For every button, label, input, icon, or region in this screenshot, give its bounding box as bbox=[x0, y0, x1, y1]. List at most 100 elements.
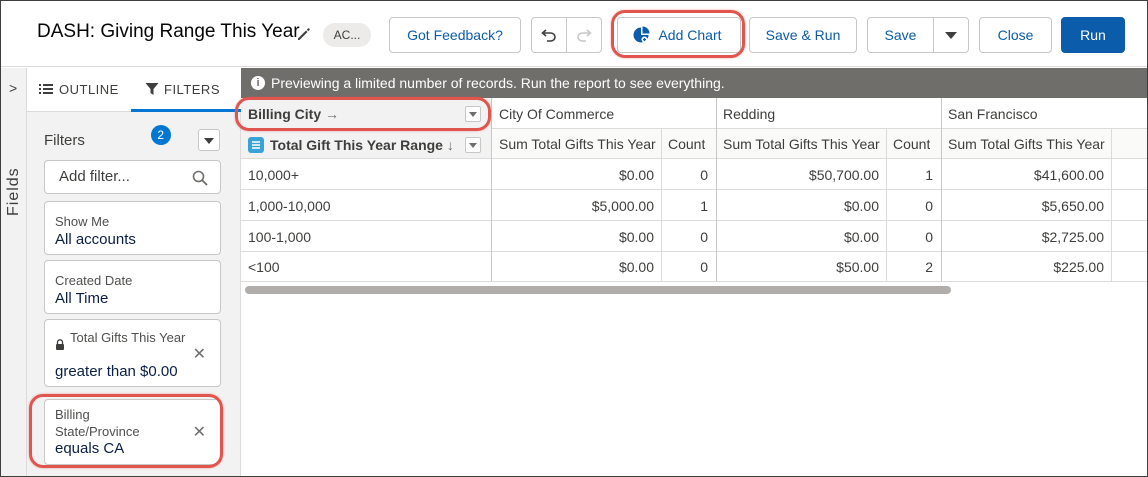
column-group-label[interactable]: Billing City → bbox=[248, 106, 339, 122]
sum-cell[interactable]: $5,650.00 bbox=[946, 198, 1104, 214]
grid-line bbox=[241, 189, 1147, 190]
add-filter-placeholder: Add filter... bbox=[59, 168, 130, 185]
filter-total-gifts[interactable]: Total Gifts This Year ✕ greater than $0.… bbox=[44, 319, 221, 387]
save-and-run-button[interactable]: Save & Run bbox=[749, 17, 857, 53]
count-cell[interactable]: 2 bbox=[890, 259, 933, 275]
grid-line bbox=[886, 128, 887, 281]
sum-cell[interactable]: $50,700.00 bbox=[721, 167, 879, 183]
arrow-down-icon: ↓ bbox=[446, 137, 454, 153]
horizontal-scrollbar[interactable] bbox=[245, 286, 951, 294]
search-icon bbox=[192, 170, 208, 186]
grid-line bbox=[241, 281, 1147, 282]
count-cell[interactable]: 1 bbox=[890, 167, 933, 183]
count-cell[interactable]: 1 bbox=[665, 198, 708, 214]
sum-cell[interactable]: $0.00 bbox=[497, 167, 654, 183]
filters-heading: Filters bbox=[44, 132, 85, 149]
fields-rail[interactable]: > Fields bbox=[1, 68, 27, 476]
chevron-right-icon[interactable]: > bbox=[9, 80, 17, 96]
add-chart-label: Add Chart bbox=[658, 27, 722, 43]
lock-icon bbox=[56, 339, 64, 350]
report-title: DASH: Giving Range This Year bbox=[37, 21, 300, 42]
filter-value: All accounts bbox=[55, 231, 136, 248]
filter-value: All Time bbox=[55, 290, 109, 307]
close-icon[interactable]: ✕ bbox=[193, 422, 206, 442]
filter-icon bbox=[145, 83, 159, 95]
row-group-label[interactable]: Total Gift This Year Range ↓ bbox=[270, 137, 454, 153]
run-button[interactable]: Run bbox=[1061, 17, 1125, 53]
sum-cell[interactable]: $5,000.00 bbox=[497, 198, 654, 214]
side-panel: OUTLINE FILTERS 2 Filters Add filter... S… bbox=[27, 68, 241, 476]
grid-line bbox=[661, 128, 662, 281]
filter-billing-state[interactable]: Billing State/Province ✕ equals CA bbox=[44, 399, 221, 465]
tab-filters-label: FILTERS bbox=[164, 82, 220, 97]
city-header[interactable]: City Of Commerce bbox=[499, 106, 614, 122]
filter-label: Show Me bbox=[55, 214, 110, 229]
count-cell[interactable]: 0 bbox=[665, 259, 708, 275]
row-group-value[interactable]: <100 bbox=[248, 259, 280, 275]
report-preview: i Previewing a limited number of records… bbox=[235, 68, 1147, 476]
row-group-value[interactable]: 10,000+ bbox=[248, 167, 299, 183]
column-group-dropdown[interactable] bbox=[465, 106, 481, 122]
tab-filters[interactable]: FILTERS 2 bbox=[131, 68, 241, 145]
filters-count-badge: 2 bbox=[151, 124, 171, 145]
save-button[interactable]: Save bbox=[867, 17, 934, 53]
tab-outline[interactable]: OUTLINE bbox=[39, 68, 135, 112]
city-header[interactable]: San Francisco bbox=[948, 106, 1037, 122]
feedback-button[interactable]: Got Feedback? bbox=[389, 17, 521, 53]
filter-label: Billing State/Province bbox=[55, 407, 140, 439]
filters-menu-dropdown[interactable] bbox=[198, 129, 220, 151]
grouping-icon bbox=[248, 137, 264, 153]
count-column-header[interactable]: Count bbox=[893, 136, 930, 152]
sum-cell[interactable]: $0.00 bbox=[497, 259, 654, 275]
add-filter-input[interactable]: Add filter... bbox=[44, 160, 221, 194]
filter-label: Total Gifts This Year bbox=[70, 330, 186, 345]
filter-label: Created Date bbox=[55, 273, 133, 288]
add-chart-button[interactable]: Add Chart bbox=[617, 17, 741, 53]
pencil-icon[interactable] bbox=[295, 25, 313, 43]
report-type-badge[interactable]: AC... bbox=[323, 23, 371, 47]
chart-icon bbox=[633, 26, 650, 43]
list-icon bbox=[39, 84, 53, 94]
redo-button[interactable] bbox=[566, 17, 602, 53]
sum-column-header[interactable]: Sum Total Gifts This Year bbox=[723, 136, 883, 152]
undo-button[interactable] bbox=[531, 17, 567, 53]
row-group-dropdown[interactable] bbox=[465, 137, 481, 153]
count-column-header[interactable]: Count bbox=[668, 136, 705, 152]
grid-line bbox=[241, 220, 1147, 221]
sum-cell[interactable]: $50.00 bbox=[721, 259, 879, 275]
city-header[interactable]: Redding bbox=[723, 106, 775, 122]
count-cell[interactable]: 0 bbox=[665, 167, 708, 183]
panel-tabs: OUTLINE FILTERS 2 bbox=[27, 68, 241, 145]
info-icon: i bbox=[251, 76, 265, 90]
preview-banner-text: Previewing a limited number of records. … bbox=[271, 75, 725, 91]
count-cell[interactable]: 0 bbox=[665, 229, 708, 245]
grid-line bbox=[491, 128, 1147, 129]
close-button[interactable]: Close bbox=[979, 17, 1052, 53]
sum-cell[interactable]: $0.00 bbox=[721, 229, 879, 245]
filter-value: equals CA bbox=[55, 440, 125, 457]
column-group-label-text: Billing City bbox=[248, 106, 322, 122]
fields-rail-label: Fields bbox=[5, 167, 22, 216]
filter-show-me[interactable]: Show Me All accounts bbox=[44, 201, 221, 255]
sum-cell[interactable]: $2,725.00 bbox=[946, 229, 1104, 245]
row-group-value[interactable]: 1,000-10,000 bbox=[248, 198, 331, 214]
sum-cell[interactable]: $225.00 bbox=[946, 259, 1104, 275]
sum-cell[interactable]: $0.00 bbox=[497, 229, 654, 245]
save-options-dropdown[interactable] bbox=[933, 17, 969, 53]
filter-created-date[interactable]: Created Date All Time bbox=[44, 260, 221, 314]
filter-value: greater than $0.00 bbox=[55, 363, 178, 380]
count-cell[interactable]: 0 bbox=[890, 229, 933, 245]
sum-cell[interactable]: $41,600.00 bbox=[946, 167, 1104, 183]
arrow-right-icon: → bbox=[325, 106, 340, 122]
sum-column-header[interactable]: Sum Total Gifts This Year bbox=[499, 136, 659, 152]
sum-cell[interactable]: $0.00 bbox=[721, 198, 879, 214]
count-cell[interactable]: 0 bbox=[890, 198, 933, 214]
sum-column-header[interactable]: Sum Total Gifts This Year bbox=[948, 136, 1108, 152]
redo-icon bbox=[577, 29, 592, 42]
grid-line bbox=[941, 98, 942, 281]
preview-banner: i Previewing a limited number of records… bbox=[241, 68, 1147, 98]
app-frame: DASH: Giving Range This Year AC... Got F… bbox=[0, 0, 1148, 477]
close-icon[interactable]: ✕ bbox=[193, 344, 206, 364]
row-group-value[interactable]: 100-1,000 bbox=[248, 229, 311, 245]
report-header: DASH: Giving Range This Year AC... Got F… bbox=[1, 1, 1147, 67]
